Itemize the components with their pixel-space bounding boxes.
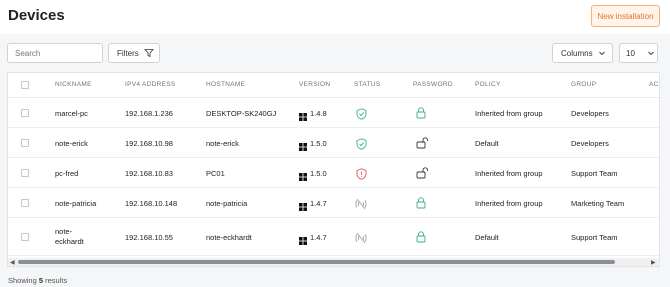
filter-icon (143, 49, 154, 58)
nickname-cell: note-erick (55, 139, 88, 148)
signal-off-icon (354, 197, 368, 215)
lock-open-icon (416, 166, 428, 184)
nickname-cell-line2: eckhardt (55, 237, 84, 246)
group-cell: Support Team (571, 169, 618, 178)
table-row[interactable]: pc-fred 192.168.10.83 PC01 1.5.0 Inherit… (8, 158, 659, 188)
select-all-checkbox[interactable] (21, 81, 29, 89)
table-row[interactable]: note-patricia 192.168.10.148 note-patric… (8, 188, 659, 218)
new-installation-button[interactable]: New installation (591, 5, 660, 27)
row-checkbox[interactable] (21, 139, 29, 147)
hostname-cell: DESKTOP-SK240GJ (206, 109, 277, 118)
columns-button[interactable]: Columns (552, 43, 613, 63)
windows-icon (299, 198, 307, 216)
per-page-select[interactable]: 10 (619, 43, 658, 63)
lock-closed-icon (416, 196, 426, 214)
table-row[interactable]: note-erick 192.168.10.98 note-erick 1.5.… (8, 128, 659, 158)
filters-button[interactable]: Filters (108, 43, 160, 63)
row-checkbox[interactable] (21, 233, 29, 241)
column-header-nickname[interactable]: NICKNAME (55, 81, 92, 88)
column-header-actions[interactable]: AC (649, 81, 659, 88)
column-header-password[interactable]: PASSWORD (413, 81, 453, 88)
version-cell: 1.4.7 (310, 199, 327, 208)
windows-icon (299, 232, 307, 250)
policy-cell: Inherited from group (475, 169, 543, 178)
results-suffix: results (43, 276, 68, 285)
group-cell: Developers (571, 109, 609, 118)
search-input[interactable] (7, 43, 103, 63)
column-header-policy[interactable]: POLICY (475, 81, 501, 88)
ip-cell: 192.168.10.148 (125, 199, 178, 208)
hostname-cell: note-eckhardt (206, 233, 252, 242)
horizontal-scrollbar[interactable]: ◀ ▶ (8, 258, 659, 266)
ip-cell: 192.168.10.83 (125, 169, 173, 178)
column-header-group[interactable]: GROUP (571, 81, 596, 88)
filters-label: Filters (117, 48, 139, 58)
nickname-cell: pc-fred (55, 169, 79, 178)
column-header-hostname[interactable]: HOSTNAME (206, 81, 245, 88)
group-cell: Marketing Team (571, 199, 625, 208)
windows-icon (299, 168, 307, 186)
hostname-cell: note-patricia (206, 199, 248, 208)
windows-icon (299, 108, 307, 126)
ip-cell: 192.168.10.55 (125, 233, 173, 242)
lock-closed-icon (416, 106, 426, 124)
nickname-cell: marcel-pc (55, 109, 88, 118)
per-page-value: 10 (626, 48, 635, 58)
chevron-down-icon (648, 51, 654, 56)
group-cell: Support Team (571, 233, 618, 242)
version-cell: 1.4.8 (310, 109, 327, 118)
toolbar: Filters Columns 10 (0, 34, 670, 72)
group-cell: Developers (571, 139, 609, 148)
page-header: Devices New installation (0, 0, 670, 34)
shield-check-icon (356, 107, 367, 125)
columns-label: Columns (561, 48, 593, 58)
table-row[interactable]: note- eckhardt 192.168.10.55 note-eckhar… (8, 218, 659, 256)
column-header-version[interactable]: VERSION (299, 81, 330, 88)
nickname-cell-line1: note- (55, 227, 73, 236)
lock-open-icon (416, 136, 428, 154)
ip-cell: 192.168.1.236 (125, 109, 173, 118)
hostname-cell: PC01 (206, 169, 225, 178)
version-cell: 1.4.7 (310, 233, 327, 242)
results-prefix: Showing (8, 276, 39, 285)
policy-cell: Inherited from group (475, 109, 543, 118)
hostname-cell: note-erick (206, 139, 239, 148)
policy-cell: Default (475, 139, 499, 148)
nickname-cell: note-patricia (55, 199, 97, 208)
scroll-left-icon[interactable]: ◀ (10, 259, 15, 266)
table-row[interactable]: marcel-pc 192.168.1.236 DESKTOP-SK240GJ … (8, 98, 659, 128)
version-cell: 1.5.0 (310, 169, 327, 178)
ip-cell: 192.168.10.98 (125, 139, 173, 148)
column-header-ipv4[interactable]: IPV4 ADDRESS (125, 81, 176, 88)
shield-check-icon (356, 137, 367, 155)
scrollbar-thumb[interactable] (18, 260, 615, 264)
page-title: Devices (8, 7, 65, 24)
table-header: NICKNAME IPV4 ADDRESS HOSTNAME VERSION S… (8, 73, 659, 98)
results-summary: Showing 5 results (8, 276, 67, 285)
row-checkbox[interactable] (21, 169, 29, 177)
policy-cell: Default (475, 233, 499, 242)
version-cell: 1.5.0 (310, 139, 327, 148)
chevron-down-icon (598, 51, 605, 56)
shield-alert-icon (356, 167, 367, 185)
row-checkbox[interactable] (21, 109, 29, 117)
row-checkbox[interactable] (21, 199, 29, 207)
scroll-right-icon[interactable]: ▶ (651, 259, 656, 266)
devices-table: NICKNAME IPV4 ADDRESS HOSTNAME VERSION S… (7, 72, 660, 267)
signal-off-icon (354, 231, 368, 249)
lock-closed-icon (416, 230, 426, 248)
windows-icon (299, 138, 307, 156)
policy-cell: Inherited from group (475, 199, 543, 208)
column-header-status[interactable]: STATUS (354, 81, 380, 88)
